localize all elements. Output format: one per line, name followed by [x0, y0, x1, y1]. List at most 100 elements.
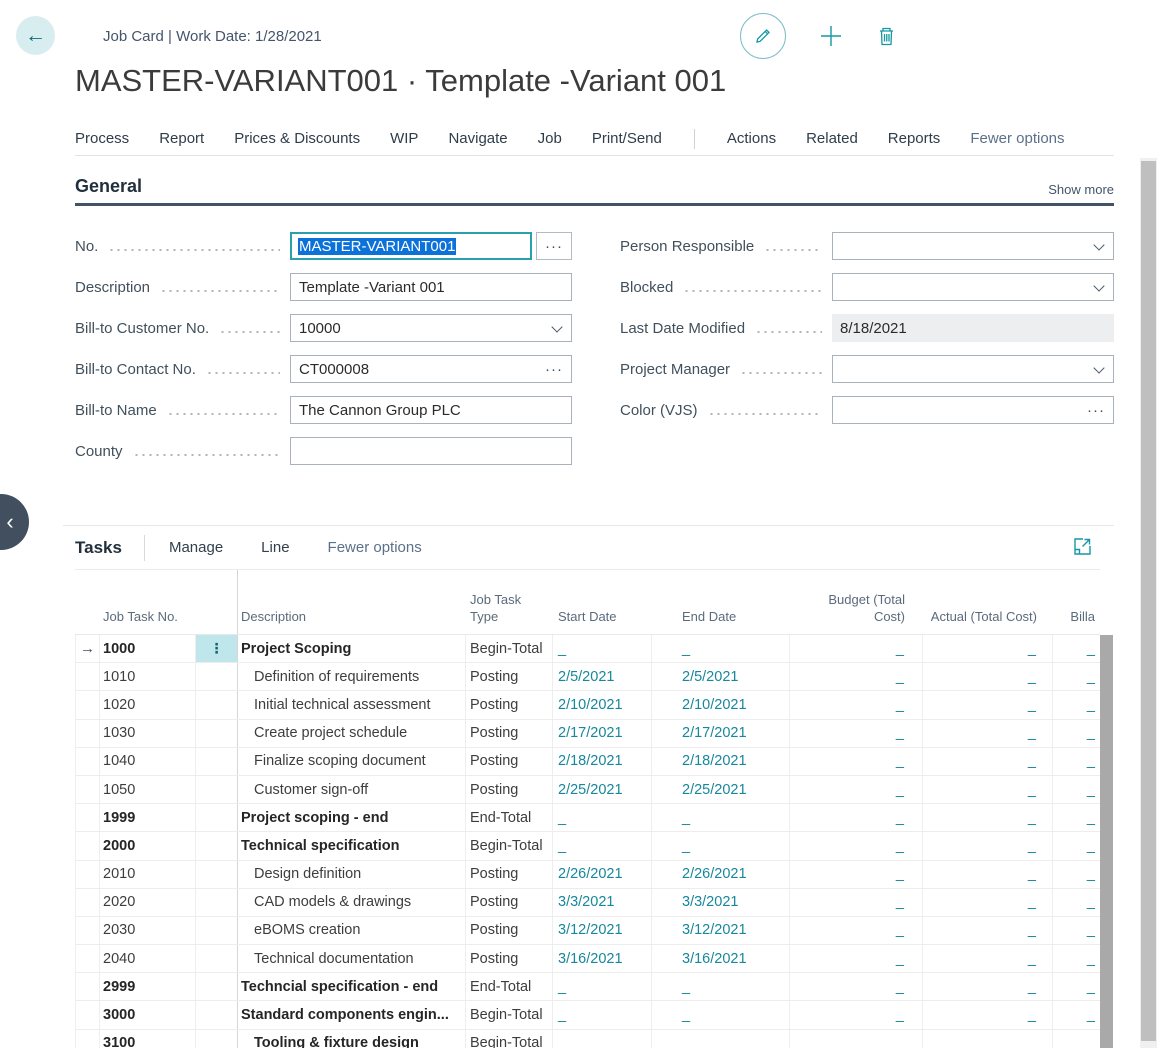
cell-actual-total-cost[interactable]: _	[923, 832, 1053, 859]
cell-start-date[interactable]: _	[553, 832, 652, 859]
cell-job-task-no[interactable]: 1010	[100, 663, 196, 690]
chevron-down-icon[interactable]	[1093, 362, 1104, 373]
cell-start-date[interactable]: 2/25/2021	[553, 776, 652, 803]
row-options-cell[interactable]	[196, 1030, 237, 1048]
cell-job-task-type[interactable]: Begin-Total	[466, 635, 553, 662]
menu-item-job[interactable]: Job	[538, 130, 562, 147]
row-options-cell[interactable]	[196, 861, 237, 888]
back-button[interactable]: ←	[16, 16, 55, 55]
column-header-job-task-no[interactable]: Job Task No.	[100, 608, 196, 634]
chevron-down-icon[interactable]	[551, 321, 562, 332]
cell-job-task-no[interactable]: 2040	[100, 945, 196, 972]
cell-job-task-type[interactable]: Posting	[466, 720, 553, 747]
cell-start-date[interactable]: _	[553, 973, 652, 1000]
cell-billable[interactable]: _	[1053, 776, 1100, 803]
menu-item-navigate[interactable]: Navigate	[448, 130, 507, 147]
cell-job-task-no[interactable]: 1050	[100, 776, 196, 803]
row-options-cell[interactable]	[196, 945, 237, 972]
focus-mode-button[interactable]	[1073, 537, 1092, 556]
show-more-link[interactable]: Show more	[1048, 182, 1114, 197]
cell-budget-total-cost[interactable]: _	[790, 1030, 923, 1048]
cell-start-date[interactable]: _	[553, 804, 652, 831]
tasks-heading[interactable]: Tasks	[75, 538, 122, 558]
cell-end-date[interactable]: _	[652, 1001, 790, 1028]
cell-job-task-type[interactable]: Begin-Total	[466, 832, 553, 859]
cell-end-date[interactable]: _	[652, 635, 790, 662]
cell-start-date[interactable]: 2/18/2021	[553, 748, 652, 775]
cell-end-date[interactable]: 2/26/2021	[652, 861, 790, 888]
cell-budget-total-cost[interactable]: _	[790, 691, 923, 718]
cell-description[interactable]: Project Scoping	[237, 635, 466, 662]
cell-description[interactable]: Technical specification	[237, 832, 466, 859]
tasks-menu-manage[interactable]: Manage	[169, 539, 223, 556]
cell-job-task-type[interactable]: Posting	[466, 889, 553, 916]
menu-item-related[interactable]: Related	[806, 130, 858, 147]
page-scrollbar-thumb[interactable]	[1141, 161, 1156, 1041]
cell-start-date[interactable]: 3/3/2021	[553, 889, 652, 916]
cell-actual-total-cost[interactable]: _	[923, 1030, 1053, 1048]
cell-actual-total-cost[interactable]: _	[923, 1001, 1053, 1028]
cell-description[interactable]: Definition of requirements	[237, 663, 466, 690]
column-header-description[interactable]: Description	[237, 570, 466, 634]
person-responsible-input[interactable]	[832, 232, 1114, 260]
menu-item-prices-discounts[interactable]: Prices & Discounts	[234, 130, 360, 147]
cell-billable[interactable]: _	[1053, 1001, 1100, 1028]
cell-budget-total-cost[interactable]: _	[790, 889, 923, 916]
cell-actual-total-cost[interactable]: _	[923, 861, 1053, 888]
cell-description[interactable]: Design definition	[237, 861, 466, 888]
cell-end-date[interactable]: 2/25/2021	[652, 776, 790, 803]
cell-budget-total-cost[interactable]: _	[790, 945, 923, 972]
cell-end-date[interactable]: _	[652, 804, 790, 831]
cell-actual-total-cost[interactable]: _	[923, 691, 1053, 718]
table-row[interactable]: 2020CAD models & drawingsPosting3/3/2021…	[75, 889, 1100, 917]
chevron-down-icon[interactable]	[1093, 239, 1104, 250]
cell-job-task-no[interactable]: 2999	[100, 973, 196, 1000]
column-header-actual-total-cost[interactable]: Actual (Total Cost)	[923, 608, 1053, 634]
column-header-billable[interactable]: Billa	[1053, 608, 1100, 634]
cell-budget-total-cost[interactable]: _	[790, 663, 923, 690]
cell-end-date[interactable]: 3/12/2021	[652, 917, 790, 944]
cell-billable[interactable]: _	[1053, 945, 1100, 972]
cell-description[interactable]: Standard components engin...	[237, 1001, 466, 1028]
menu-item-actions[interactable]: Actions	[727, 130, 776, 147]
cell-end-date[interactable]: 3/3/2021	[652, 889, 790, 916]
cell-billable[interactable]: _	[1053, 917, 1100, 944]
row-options-cell[interactable]	[196, 748, 237, 775]
table-row[interactable]: 1030Create project schedulePosting2/17/2…	[75, 720, 1100, 748]
cell-billable[interactable]: _	[1053, 691, 1100, 718]
collapse-pane-button[interactable]: ‹	[0, 494, 29, 550]
table-row[interactable]: 2030eBOMS creationPosting3/12/20213/12/2…	[75, 917, 1100, 945]
cell-billable[interactable]: _	[1053, 832, 1100, 859]
cell-description[interactable]: Techncial specification - end	[237, 973, 466, 1000]
menu-item-reports[interactable]: Reports	[888, 130, 941, 147]
table-row[interactable]: →1000⋮Project ScopingBegin-Total_____	[75, 635, 1100, 663]
cell-actual-total-cost[interactable]: _	[923, 720, 1053, 747]
bill-to-contact-no-input[interactable]: CT000008 ···	[290, 355, 572, 383]
description-input[interactable]: Template -Variant 001	[290, 273, 572, 301]
table-row[interactable]: 1050Customer sign-offPosting2/25/20212/2…	[75, 776, 1100, 804]
cell-billable[interactable]: _	[1053, 1030, 1100, 1048]
tasks-menu-line[interactable]: Line	[261, 539, 289, 556]
cell-actual-total-cost[interactable]: _	[923, 748, 1053, 775]
cell-billable[interactable]: _	[1053, 635, 1100, 662]
cell-budget-total-cost[interactable]: _	[790, 832, 923, 859]
cell-job-task-type[interactable]: End-Total	[466, 973, 553, 1000]
cell-job-task-no[interactable]: 2020	[100, 889, 196, 916]
row-options-icon[interactable]: ⋮	[196, 635, 237, 662]
cell-description[interactable]: Project scoping - end	[237, 804, 466, 831]
cell-description[interactable]: Finalize scoping document	[237, 748, 466, 775]
cell-job-task-type[interactable]: Posting	[466, 691, 553, 718]
cell-start-date[interactable]: _	[553, 635, 652, 662]
cell-actual-total-cost[interactable]: _	[923, 889, 1053, 916]
row-options-cell[interactable]	[196, 1001, 237, 1028]
cell-budget-total-cost[interactable]: _	[790, 861, 923, 888]
cell-end-date[interactable]: 2/17/2021	[652, 720, 790, 747]
menu-item-process[interactable]: Process	[75, 130, 129, 147]
row-options-cell[interactable]	[196, 691, 237, 718]
cell-end-date[interactable]: _	[652, 1030, 790, 1048]
row-options-cell[interactable]	[196, 804, 237, 831]
cell-billable[interactable]: _	[1053, 663, 1100, 690]
cell-job-task-type[interactable]: Posting	[466, 663, 553, 690]
cell-budget-total-cost[interactable]: _	[790, 720, 923, 747]
cell-job-task-type[interactable]: Begin-Total	[466, 1001, 553, 1028]
